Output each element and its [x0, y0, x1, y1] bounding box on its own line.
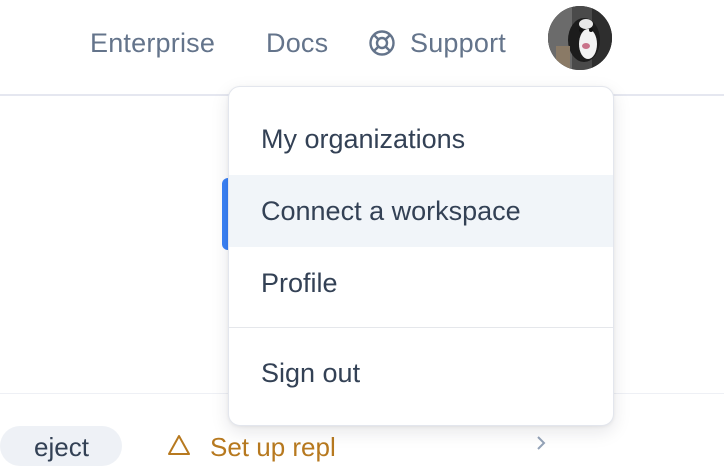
nav-link-enterprise[interactable]: Enterprise [90, 26, 215, 60]
menu-item-my-organizations[interactable]: My organizations [229, 103, 613, 175]
nav-link-support[interactable]: Support [368, 26, 506, 60]
nav-link-docs[interactable]: Docs [266, 26, 328, 60]
chevron-right-icon [534, 436, 548, 450]
menu-item-profile[interactable]: Profile [229, 247, 613, 319]
top-navigation-bar: Enterprise Docs Support [0, 0, 724, 96]
menu-item-connect-workspace[interactable]: Connect a workspace [229, 175, 613, 247]
bottom-chip-label: eject [34, 432, 89, 462]
setup-warning-text[interactable]: Set up repl [210, 432, 336, 463]
warning-triangle-icon [168, 434, 190, 456]
menu-divider [229, 327, 613, 328]
lifebuoy-icon [368, 29, 396, 57]
user-avatar[interactable] [548, 6, 612, 70]
menu-item-sign-out[interactable]: Sign out [229, 337, 613, 409]
nav-support-label: Support [410, 28, 506, 58]
user-menu-dropdown: My organizations Connect a workspace Pro… [228, 86, 614, 426]
bottom-chip[interactable]: eject [0, 426, 122, 466]
